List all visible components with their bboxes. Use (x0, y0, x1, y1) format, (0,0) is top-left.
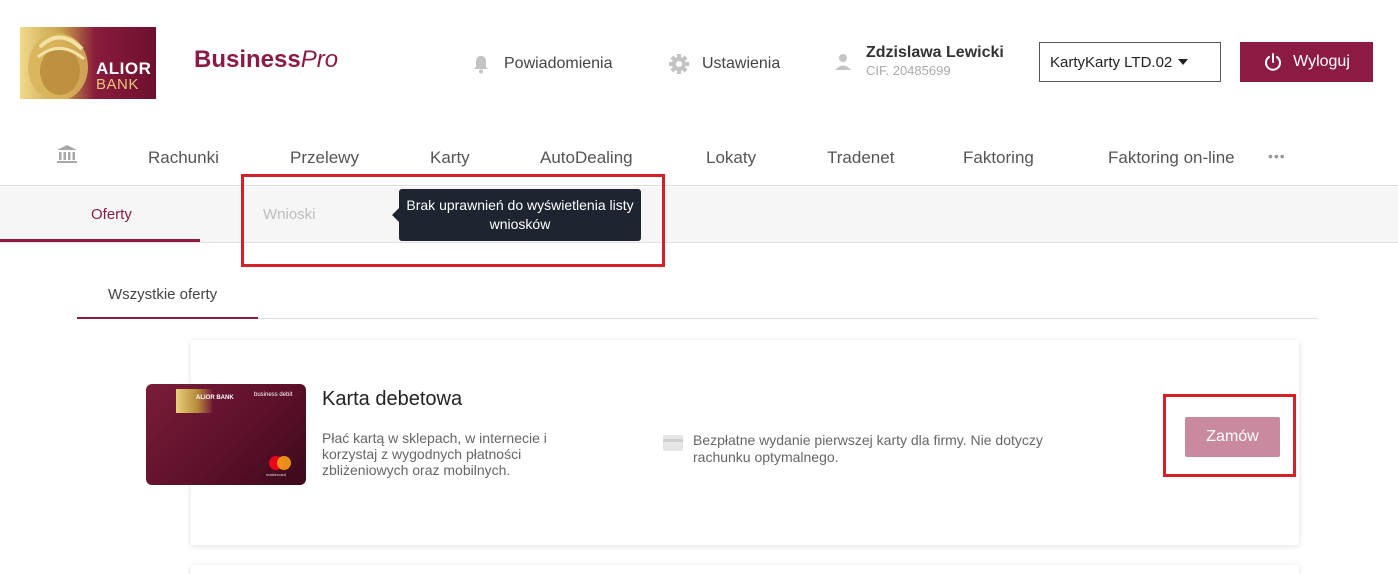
caret-down-icon (1178, 59, 1189, 65)
mastercard-icon (269, 456, 291, 470)
settings-link[interactable]: Ustawienia (668, 53, 780, 75)
app-title: BusinessPro (194, 46, 338, 74)
nav-item-rachunki[interactable]: Rachunki (148, 148, 219, 168)
more-menu-icon[interactable]: ••• (1268, 148, 1286, 164)
notifications-label: Powiadomienia (504, 55, 613, 72)
main-navigation: Rachunki Przelewy Karty AutoDealing Loka… (0, 138, 1398, 186)
power-icon (1265, 53, 1282, 71)
card-logo-text: ALIOR BANK (196, 395, 234, 401)
company-select[interactable]: KartyKarty LTD.02 (1039, 42, 1221, 82)
tab-wnioski[interactable]: Wnioski (263, 206, 316, 223)
logo-text: ALIOR BANK (96, 59, 152, 93)
card-tag: business debit (254, 392, 293, 398)
offer-description: Płać kartą w sklepach, w internecie i ko… (322, 430, 547, 478)
offer-card-next (191, 565, 1299, 574)
notifications-link[interactable]: Powiadomienia (470, 53, 613, 75)
user-cif: CIF. 20485699 (866, 63, 951, 78)
card-brand-label: mastercard (266, 472, 287, 477)
user-icon (835, 54, 851, 70)
company-select-value: KartyKarty LTD.02 (1050, 53, 1173, 71)
logout-label: Wyloguj (1293, 53, 1350, 70)
nav-divider-edge (1392, 185, 1398, 186)
sub-tabs: Oferty Wnioski (0, 187, 1398, 243)
bell-icon (474, 56, 488, 74)
user-name: Zdzislawa Lewicki (866, 44, 1004, 61)
app-title-italic: Pro (300, 46, 339, 73)
tab-oferty[interactable]: Oferty (91, 206, 132, 223)
gear-icon (669, 54, 689, 74)
nav-item-faktoring[interactable]: Faktoring (963, 148, 1034, 168)
filter-divider (77, 318, 1318, 319)
logout-button[interactable]: Wyloguj (1240, 42, 1373, 82)
offer-benefit: Bezpłatne wydanie pierwszej karty dla fi… (693, 432, 1043, 465)
order-button[interactable]: Zamów (1185, 417, 1280, 457)
nav-item-faktoring-online[interactable]: Faktoring on-line (1108, 148, 1235, 168)
credit-card-icon (663, 435, 683, 451)
nav-item-lokaty[interactable]: Lokaty (706, 148, 756, 168)
active-tab-indicator (0, 239, 200, 242)
bank-icon[interactable] (55, 142, 79, 166)
offer-title: Karta debetowa (322, 388, 463, 410)
permission-tooltip: Brak uprawnień do wyświetlenia listy wni… (392, 189, 641, 241)
settings-label: Ustawienia (702, 55, 781, 72)
debit-card-image: ALIOR BANK business debit mastercard (146, 384, 306, 485)
nav-item-karty[interactable]: Karty (430, 148, 470, 168)
tab-all-offers[interactable]: Wszystkie oferty (108, 286, 217, 303)
nav-item-przelewy[interactable]: Przelewy (290, 148, 359, 168)
nav-item-autodealing[interactable]: AutoDealing (540, 148, 633, 168)
app-title-bold: Business (194, 46, 301, 73)
user-profile[interactable]: Zdzislawa Lewicki CIF. 20485699 (834, 44, 1004, 79)
nav-item-tradenet[interactable]: Tradenet (827, 148, 894, 168)
filter-active-indicator (77, 317, 258, 319)
alior-bank-logo[interactable]: ALIOR BANK (20, 27, 156, 99)
